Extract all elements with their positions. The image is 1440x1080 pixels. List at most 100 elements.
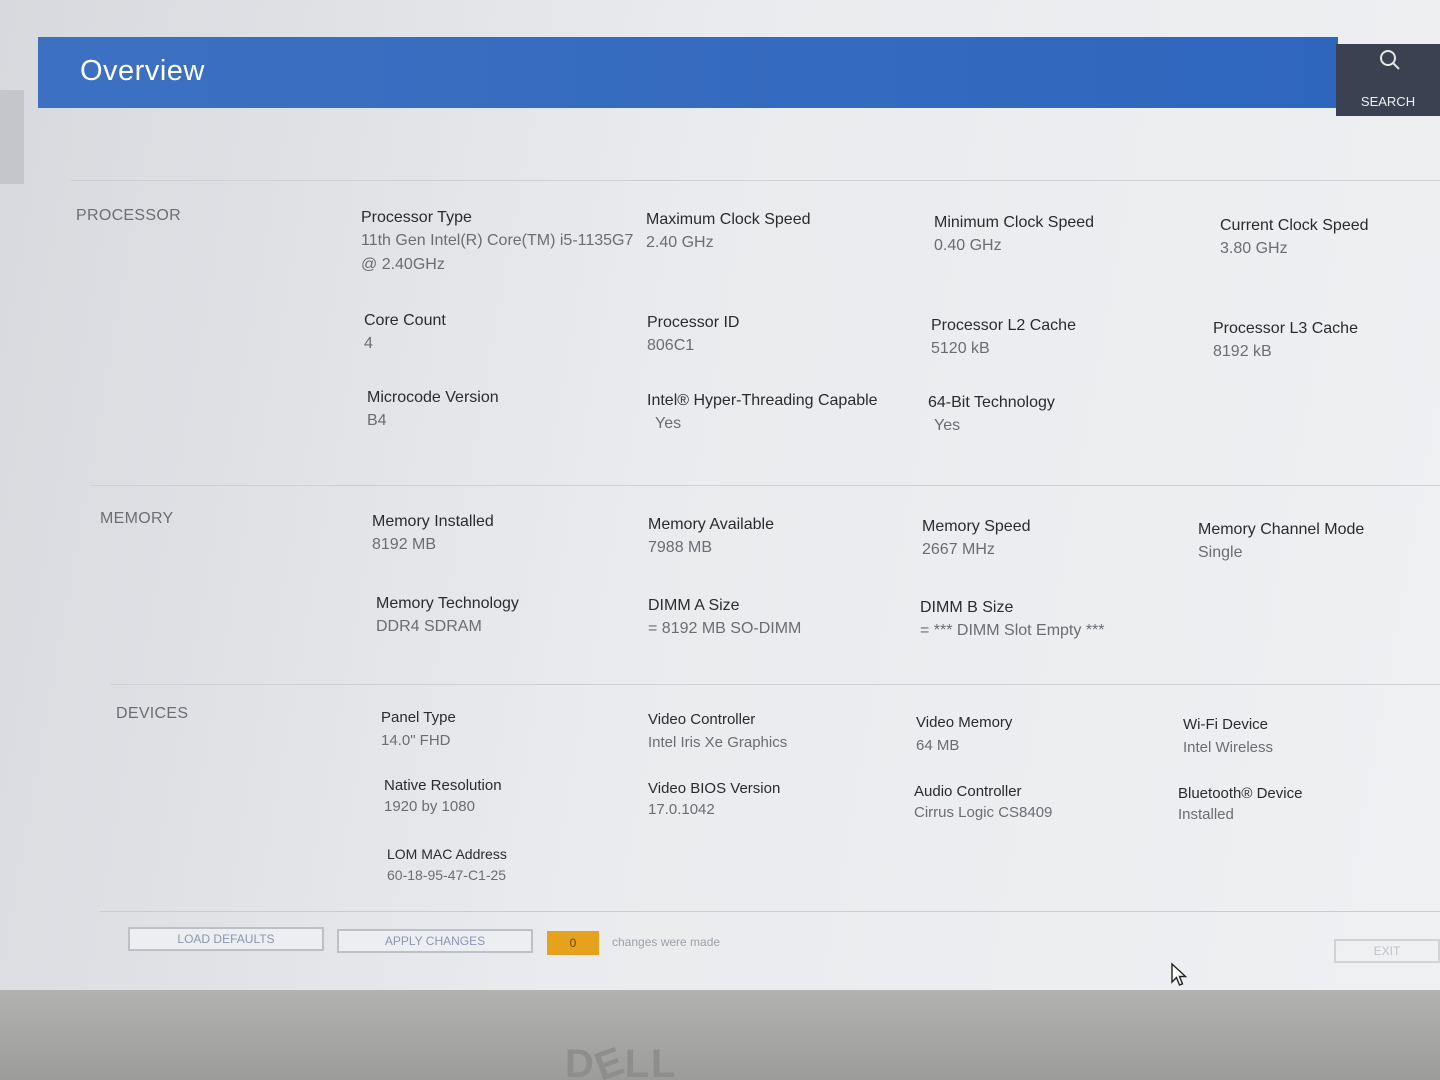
field-label: 64-Bit Technology xyxy=(928,394,1055,411)
field-processor-id: Processor ID 806C1 xyxy=(647,312,947,358)
field-value: 0.40 GHz xyxy=(934,237,1002,254)
field-label: Microcode Version xyxy=(367,389,499,406)
field-value: Single xyxy=(1198,544,1243,561)
field-value: 5120 kB xyxy=(931,340,990,357)
field-64bit-technology: 64-Bit Technology Yes xyxy=(928,392,1228,438)
field-hyper-threading: Intel® Hyper-Threading Capable Yes xyxy=(647,390,947,436)
field-bluetooth-device: Bluetooth® Device Installed xyxy=(1178,783,1435,825)
field-value: Installed xyxy=(1178,806,1234,823)
field-dimm-a-size: DIMM A Size = 8192 MB SO-DIMM xyxy=(648,595,948,641)
field-value: Intel Iris Xe Graphics xyxy=(648,734,788,751)
field-label: LOM MAC Address xyxy=(387,846,507,862)
changes-count-badge: 0 xyxy=(547,931,599,955)
laptop-bezel: DELL xyxy=(0,990,1440,1080)
field-value: 64 MB xyxy=(916,737,960,754)
field-value: Yes xyxy=(934,417,961,434)
field-value: = 8192 MB SO-DIMM xyxy=(648,620,802,637)
field-dimm-b-size: DIMM B Size = *** DIMM Slot Empty *** xyxy=(920,597,1220,643)
field-value: 17.0.1042 xyxy=(648,801,715,818)
bios-screen: Overview SEARCH PROCESSOR Processor Type… xyxy=(0,0,1440,990)
field-label: Audio Controller xyxy=(914,783,1022,800)
field-lom-mac-address: LOM MAC Address 60-18-95-47-C1-25 xyxy=(387,843,687,885)
field-microcode-version: Microcode Version B4 xyxy=(367,387,667,433)
field-video-bios-version: Video BIOS Version 17.0.1042 xyxy=(648,778,948,820)
field-label: Memory Speed xyxy=(922,518,1031,535)
field-memory-channel-mode: Memory Channel Mode Single xyxy=(1198,519,1435,565)
changes-status-text: changes were made xyxy=(612,935,721,949)
mouse-cursor-icon xyxy=(1171,962,1188,986)
field-value: 1920 by 1080 xyxy=(384,798,475,815)
section-divider xyxy=(90,485,1440,486)
field-panel-type: Panel Type 14.0" FHD xyxy=(381,707,681,753)
field-memory-speed: Memory Speed 2667 MHz xyxy=(922,516,1222,562)
field-value: 4 xyxy=(364,335,373,352)
field-label: Panel Type xyxy=(381,709,456,726)
field-label: Processor L3 Cache xyxy=(1213,320,1358,337)
field-value: 806C1 xyxy=(647,337,695,354)
field-label: Core Count xyxy=(364,312,446,329)
section-title-processor: PROCESSOR xyxy=(76,207,181,224)
field-processor-l3-cache: Processor L3 Cache 8192 kB xyxy=(1213,318,1435,364)
page-title: Overview xyxy=(80,55,205,87)
field-label: Native Resolution xyxy=(384,777,502,794)
apply-changes-button[interactable]: APPLY CHANGES xyxy=(337,929,533,953)
field-label: Video BIOS Version xyxy=(648,780,781,797)
field-wifi-device: Wi-Fi Device Intel Wireless xyxy=(1183,714,1435,760)
field-label: DIMM B Size xyxy=(920,599,1014,616)
field-label: Memory Channel Mode xyxy=(1198,521,1365,538)
exit-button[interactable]: EXIT xyxy=(1334,939,1440,963)
field-label: Intel® Hyper-Threading Capable xyxy=(647,392,878,409)
section-title-memory: MEMORY xyxy=(100,510,174,527)
field-value: 2667 MHz xyxy=(922,541,995,558)
field-memory-technology: Memory Technology DDR4 SDRAM xyxy=(376,593,676,639)
search-icon xyxy=(1380,50,1400,70)
load-defaults-button[interactable]: LOAD DEFAULTS xyxy=(128,927,324,951)
field-processor-l2-cache: Processor L2 Cache 5120 kB xyxy=(931,315,1231,361)
field-label: Bluetooth® Device xyxy=(1178,785,1303,802)
field-video-controller: Video Controller Intel Iris Xe Graphics xyxy=(648,709,948,755)
field-value: Cirrus Logic CS8409 xyxy=(914,804,1053,821)
section-divider xyxy=(70,180,1440,181)
field-max-clock-speed: Maximum Clock Speed 2.40 GHz xyxy=(646,209,946,255)
section-title-devices: DEVICES xyxy=(116,705,189,722)
field-value: 2.40 GHz xyxy=(646,234,714,251)
bezel-logo: DELL xyxy=(565,1038,678,1080)
search-label: SEARCH xyxy=(1360,94,1416,109)
search-button[interactable]: SEARCH xyxy=(1336,44,1440,116)
field-label: Video Memory xyxy=(916,714,1013,731)
field-value: 7988 MB xyxy=(648,539,713,556)
field-value: Intel Wireless xyxy=(1183,739,1274,756)
left-edge-tab xyxy=(0,90,24,184)
field-min-clock-speed: Minimum Clock Speed 0.40 GHz xyxy=(934,212,1234,258)
field-value: = *** DIMM Slot Empty *** xyxy=(920,622,1105,639)
field-label: Memory Installed xyxy=(372,513,494,530)
field-value: 8192 MB xyxy=(372,536,437,553)
field-label: Video Controller xyxy=(648,711,756,728)
field-value: 14.0" FHD xyxy=(381,732,451,749)
field-value: 11th Gen Intel(R) Core(TM) i5-1135G7 @ 2… xyxy=(361,232,634,273)
field-label: Processor ID xyxy=(647,314,740,331)
field-current-clock-speed: Current Clock Speed 3.80 GHz xyxy=(1220,215,1435,261)
field-core-count: Core Count 4 xyxy=(364,310,664,356)
field-value: B4 xyxy=(367,412,387,429)
field-memory-installed: Memory Installed 8192 MB xyxy=(372,511,672,557)
field-value: 60-18-95-47-C1-25 xyxy=(387,867,507,883)
footer-divider xyxy=(100,911,1440,912)
field-native-resolution: Native Resolution 1920 by 1080 xyxy=(384,775,684,817)
field-value: DDR4 SDRAM xyxy=(376,618,482,635)
field-value: Yes xyxy=(655,415,682,432)
overview-header: Overview xyxy=(38,37,1338,108)
field-audio-controller: Audio Controller Cirrus Logic CS8409 xyxy=(914,781,1214,823)
field-label: Processor L2 Cache xyxy=(931,317,1076,334)
field-label: Memory Available xyxy=(648,516,774,533)
field-label: DIMM A Size xyxy=(648,597,740,614)
field-value: 3.80 GHz xyxy=(1220,240,1288,257)
section-divider xyxy=(110,684,1440,685)
field-processor-type: Processor Type 11th Gen Intel(R) Core(TM… xyxy=(361,207,646,277)
field-video-memory: Video Memory 64 MB xyxy=(916,712,1216,758)
field-label: Wi-Fi Device xyxy=(1183,716,1268,733)
field-memory-available: Memory Available 7988 MB xyxy=(648,514,948,560)
field-label: Minimum Clock Speed xyxy=(934,214,1095,231)
field-label: Current Clock Speed xyxy=(1220,217,1369,234)
field-label: Maximum Clock Speed xyxy=(646,211,811,228)
